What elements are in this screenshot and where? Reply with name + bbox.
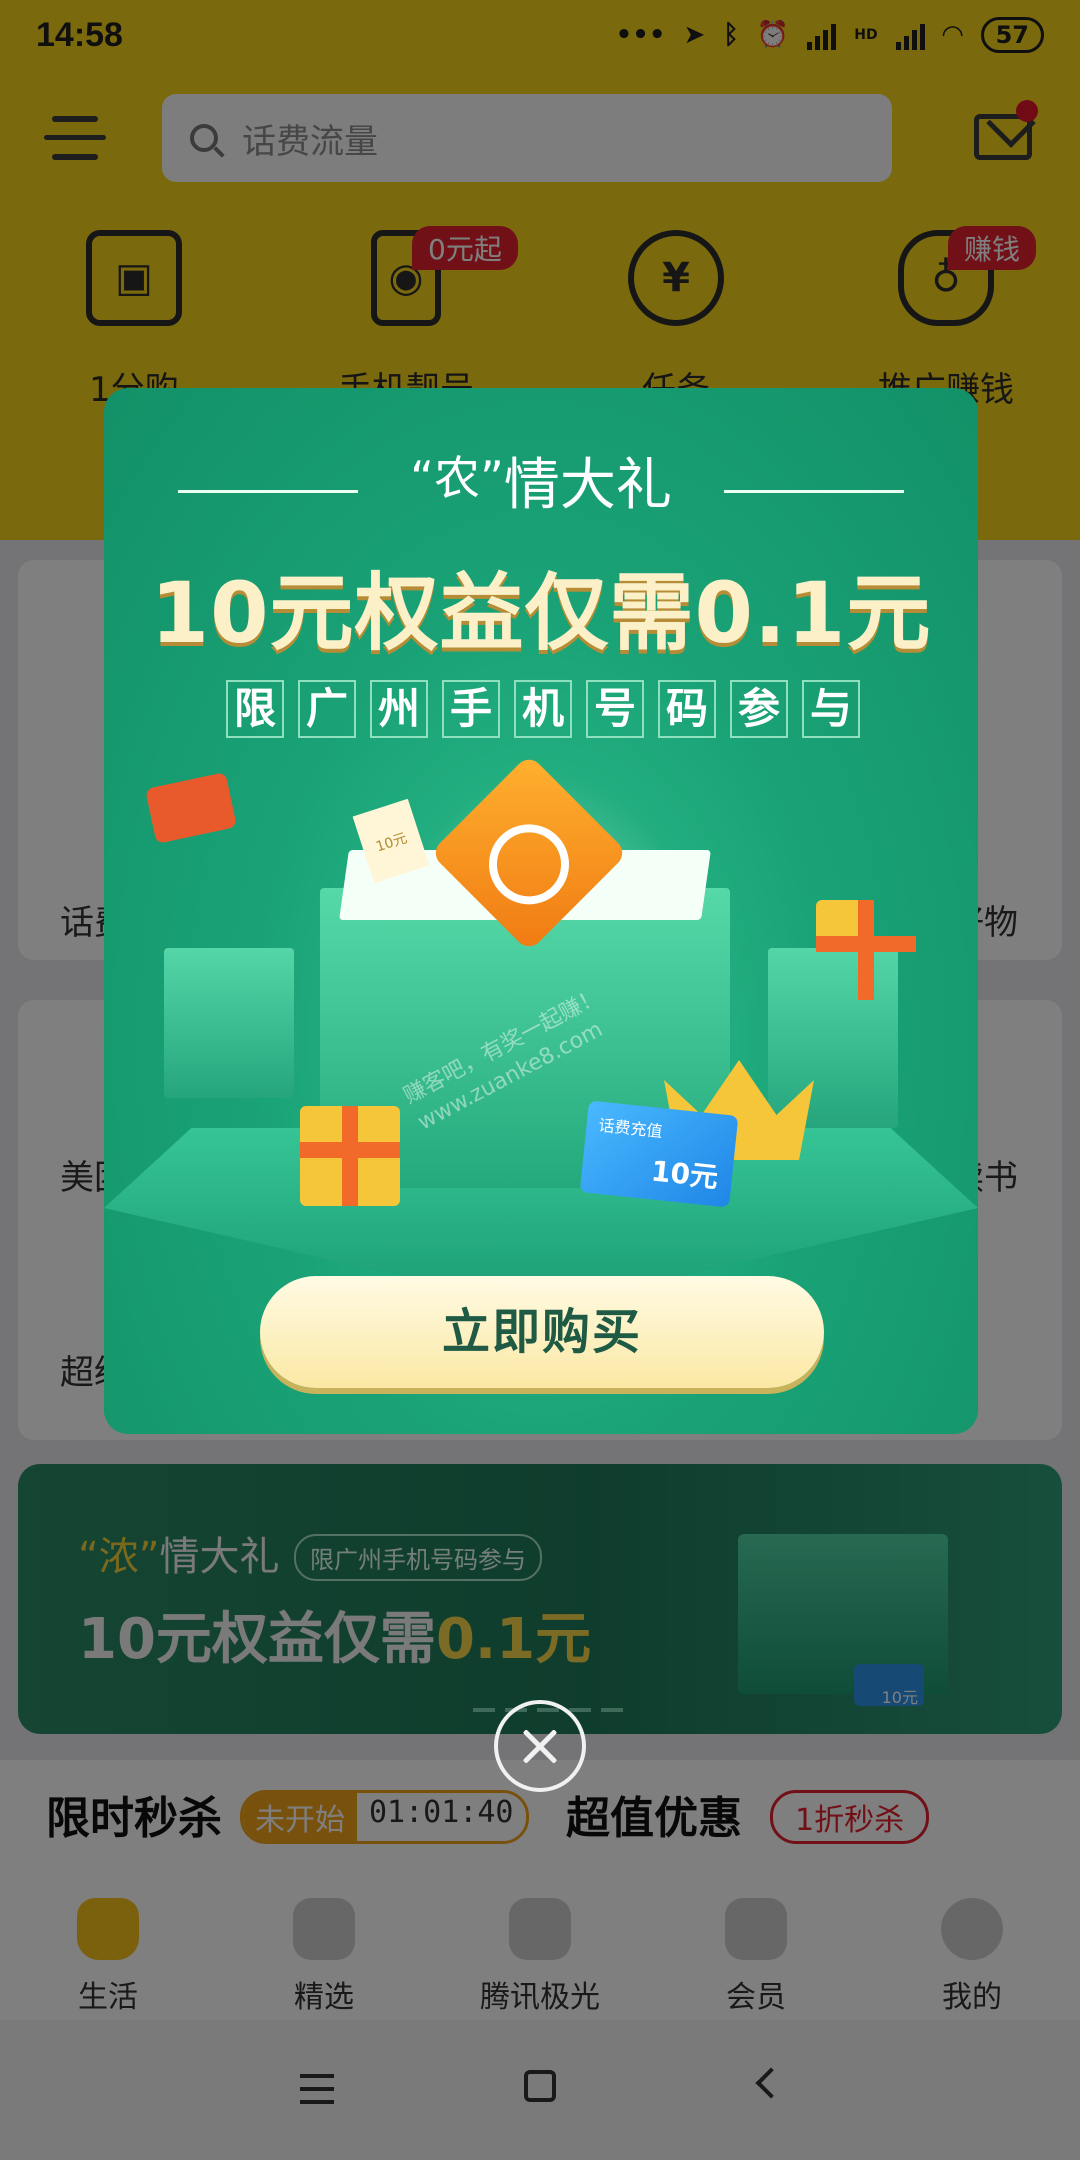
close-icon[interactable] <box>494 1700 586 1792</box>
popup-limit-note: 限广州 手机号 码参与 <box>226 680 860 738</box>
card-amount: 10元 <box>649 1154 720 1195</box>
popup-title: “农”情大礼 <box>410 451 672 518</box>
red-envelope-icon <box>145 772 237 844</box>
gift-icon <box>816 900 916 1000</box>
recharge-card: 话费充值 10元 <box>579 1100 739 1208</box>
small-box-illustration <box>164 948 294 1098</box>
gift-icon <box>300 1106 400 1206</box>
buy-now-button[interactable]: 立即购买 <box>260 1276 824 1388</box>
small-box-illustration <box>768 948 898 1128</box>
popup-headline: 10元权益仅需0.1元 <box>150 564 932 662</box>
promo-popup: “农”情大礼 10元权益仅需0.1元 限广州 手机号 码参与 10元 话费充值 … <box>104 388 978 1434</box>
card-label: 话费充值 <box>597 1115 664 1142</box>
